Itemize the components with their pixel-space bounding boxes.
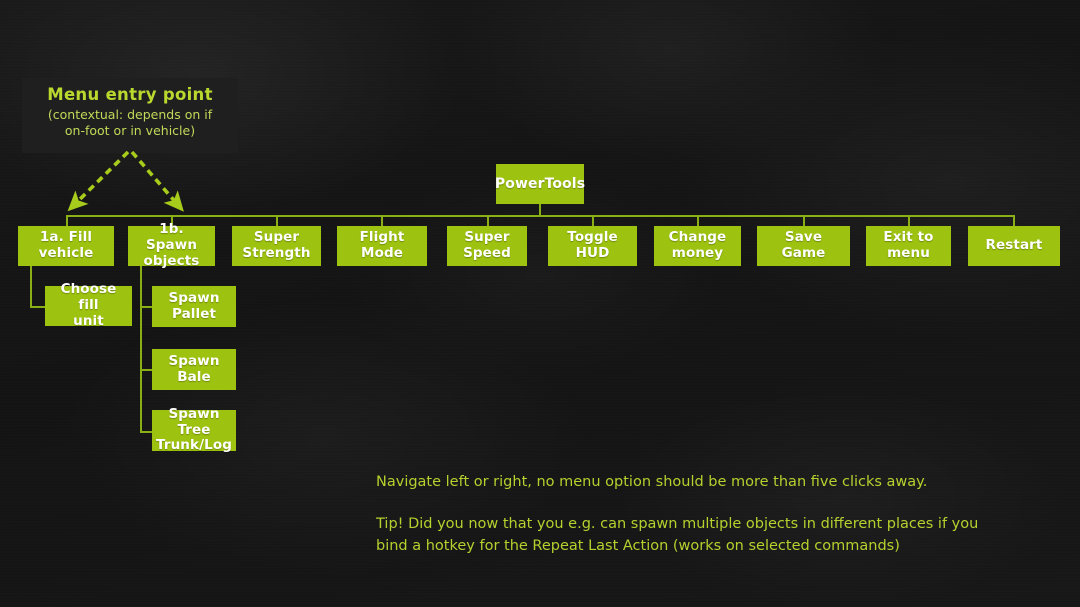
arrow-to-fill-vehicle [67,150,130,212]
node-fill-vehicle-label: 1a. Fill vehicle [38,229,94,261]
arrow-to-spawn-objects [130,150,184,212]
menu-entry-point-subtitle-line1: (contextual: depends on if [47,107,213,122]
node-choose-fill-unit-label: Choose fill unit [60,281,117,329]
node-exit-to-menu-label: Exit to menu [883,229,934,261]
node-save-game[interactable]: Save Game [757,226,850,266]
node-toggle-hud[interactable]: Toggle HUD [548,226,637,266]
node-change-money-label: Change money [668,229,727,261]
node-spawn-bale-label: Spawn Bale [168,352,220,385]
node-restart[interactable]: Restart [968,226,1060,266]
connector-drop-flight-mode [381,215,383,226]
connector-fill-vehicle-trunk [30,266,32,308]
node-spawn-objects-label: 1b. Spawn objects [143,221,200,269]
node-save-game-label: Save Game [781,229,826,261]
node-change-money[interactable]: Change money [654,226,741,266]
node-super-speed[interactable]: Super Speed [447,226,527,266]
node-toggle-hud-label: Toggle HUD [567,229,618,261]
node-fill-vehicle[interactable]: 1a. Fill vehicle [18,226,114,266]
node-flight-mode-label: Flight Mode [359,229,405,261]
connector-drop-super-strength [276,215,278,226]
connector-drop-super-speed [487,215,489,226]
menu-entry-point-title: Menu entry point [47,85,213,104]
node-spawn-pallet[interactable]: Spawn Pallet [152,286,236,327]
node-spawn-objects[interactable]: 1b. Spawn objects [128,221,215,269]
menu-entry-point-subtitle-line2: on-foot or in vehicle) [64,123,196,138]
node-spawn-tree-trunk[interactable]: Spawn Tree Trunk/Log [152,406,236,453]
node-spawn-bale[interactable]: Spawn Bale [152,349,236,390]
menu-entry-point-subtitle: (contextual: depends on if on-foot or in… [22,107,238,139]
connector-fill-vehicle-branch-1 [30,306,46,308]
note-navigate: Navigate left or right, no menu option s… [376,474,928,490]
footer-notes: Navigate left or right, no menu option s… [376,472,1066,557]
menu-entry-point-panel: Menu entry point (contextual: depends on… [22,78,238,153]
entry-point-arrows [67,150,184,212]
connector-drop-save-game [803,215,805,226]
node-super-strength-label: Super Strength [242,229,311,261]
node-powertools[interactable]: PowerTools [494,164,586,204]
connector-drop-toggle-hud [592,215,594,226]
note-tip: Tip! Did you now that you e.g. can spawn… [376,514,1066,558]
node-super-speed-label: Super Speed [463,229,511,261]
connector-spawn-objects-trunk [140,266,142,432]
node-exit-to-menu[interactable]: Exit to menu [866,226,951,266]
connector-drop-exit-to-menu [908,215,910,226]
node-powertools-label: PowerTools [494,175,586,192]
connector-drop-restart [1013,215,1015,226]
node-restart-label: Restart [985,237,1043,254]
node-flight-mode[interactable]: Flight Mode [337,226,427,266]
node-super-strength[interactable]: Super Strength [232,226,321,266]
node-spawn-tree-trunk-label: Spawn Tree Trunk/Log [156,405,232,454]
connector-drop-change-money [697,215,699,226]
node-choose-fill-unit[interactable]: Choose fill unit [45,281,132,329]
diagram-canvas: Menu entry point (contextual: depends on… [0,0,1080,607]
node-spawn-pallet-label: Spawn Pallet [168,289,220,322]
note-tip-line1: Tip! Did you now that you e.g. can spawn… [376,515,979,532]
note-tip-line2: bind a hotkey for the Repeat Last Action… [376,537,900,554]
